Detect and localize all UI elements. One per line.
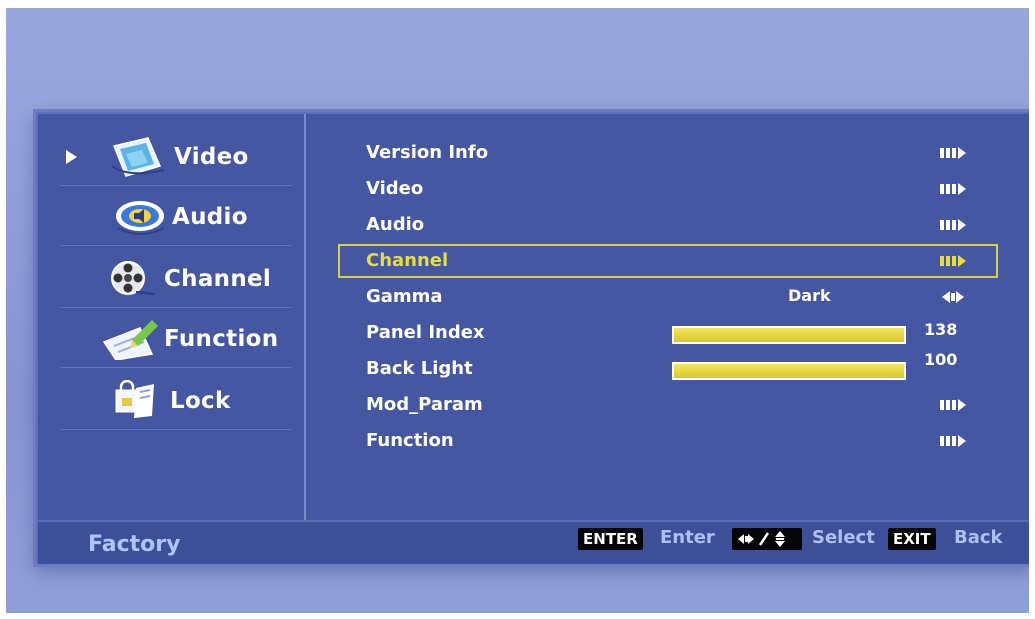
submenu-arrow-icon [940, 435, 966, 447]
slider-fill [674, 328, 904, 342]
menu-item-mod-param[interactable]: Mod_Param [338, 388, 998, 422]
sidebar-item-audio[interactable]: Audio [60, 186, 292, 246]
menu-footer: Factory ENTER Enter Select EXIT Back [38, 520, 1029, 564]
submenu-arrow-icon [940, 219, 966, 231]
submenu-arrow-icon [940, 399, 966, 411]
panel-index-slider[interactable] [672, 326, 906, 344]
navigate-keys-icon [732, 528, 802, 550]
back-hint-label: Back [954, 527, 1003, 548]
video-icon [111, 137, 165, 177]
selection-pointer-icon [66, 150, 77, 164]
menu-item-channel[interactable]: Channel [338, 244, 998, 278]
submenu-arrow-icon [940, 183, 966, 195]
tv-screen: Video Audio Channel Function Lock Versio… [6, 8, 1029, 613]
lock-icon [115, 380, 154, 418]
submenu-arrow-icon [940, 147, 966, 159]
enter-hint-label: Enter [660, 527, 715, 548]
sidebar-item-label: Audio [172, 204, 248, 230]
sidebar-item-label: Function [164, 326, 279, 352]
category-sidebar: Video Audio Channel Function Lock [38, 114, 306, 520]
menu-item-label: Audio [366, 214, 425, 235]
sidebar-item-label: Channel [164, 266, 272, 292]
menu-item-label: Version Info [366, 142, 489, 163]
menu-item-panel-index[interactable]: Panel Index 138 [338, 316, 998, 350]
gamma-value: Dark [788, 286, 831, 305]
slider-fill [674, 364, 904, 378]
enter-key-badge: ENTER [578, 528, 643, 550]
factory-osd-menu: Video Audio Channel Function Lock Versio… [36, 112, 1029, 564]
submenu-arrow-icon [940, 255, 966, 267]
menu-item-version-info[interactable]: Version Info [338, 136, 998, 170]
sidebar-item-lock[interactable]: Lock [60, 370, 292, 430]
sidebar-item-function[interactable]: Function [60, 308, 292, 368]
menu-item-function[interactable]: Function [338, 424, 998, 458]
function-icon [102, 320, 158, 360]
channel-icon [111, 261, 155, 296]
menu-item-label: Gamma [366, 286, 443, 307]
menu-item-label: Panel Index [366, 322, 485, 343]
menu-title: Factory [88, 532, 181, 557]
audio-icon [116, 201, 165, 235]
select-hint-label: Select [812, 527, 875, 548]
sidebar-item-channel[interactable]: Channel [60, 248, 292, 308]
menu-item-label: Mod_Param [366, 394, 483, 415]
menu-item-gamma[interactable]: Gamma Dark [338, 280, 998, 314]
sidebar-item-video[interactable]: Video [60, 126, 292, 186]
menu-item-video[interactable]: Video [338, 172, 998, 206]
menu-item-label: Video [366, 178, 424, 199]
sidebar-item-label: Video [174, 144, 249, 170]
menu-item-back-light[interactable]: Back Light 100 [338, 350, 998, 386]
exit-key-badge: EXIT [888, 528, 936, 550]
menu-item-label: Back Light [366, 358, 473, 379]
back-light-value: 100 [924, 350, 958, 369]
sidebar-item-label: Lock [170, 388, 231, 414]
menu-item-label: Function [366, 430, 454, 451]
panel-index-value: 138 [924, 320, 958, 339]
menu-item-audio[interactable]: Audio [338, 208, 998, 242]
back-light-slider[interactable] [672, 362, 906, 380]
left-right-arrow-icon[interactable] [938, 290, 970, 304]
menu-item-label: Channel [366, 250, 449, 271]
